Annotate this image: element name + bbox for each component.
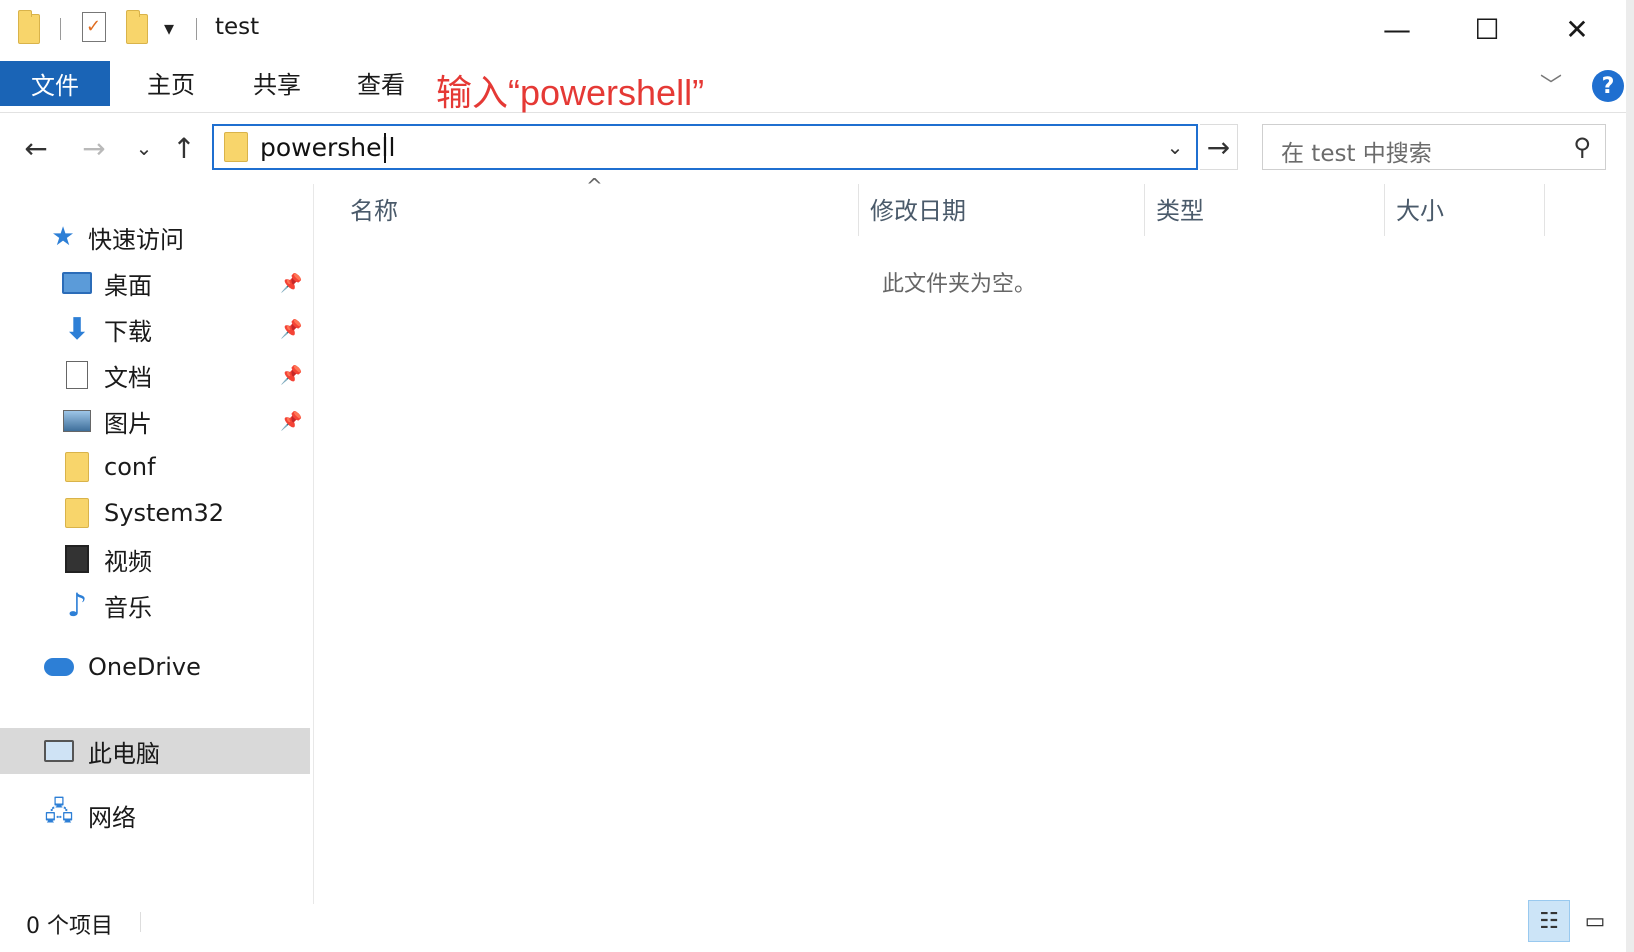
- maximize-button[interactable]: ☐: [1442, 0, 1532, 58]
- nav-label: conf: [104, 453, 156, 481]
- address-bar[interactable]: ⌄: [212, 124, 1198, 170]
- folder-icon: [65, 498, 89, 528]
- column-separator[interactable]: [1144, 184, 1145, 236]
- large-icons-view-button[interactable]: ▭: [1574, 900, 1616, 942]
- nav-item-documents[interactable]: 文档 📌: [0, 352, 310, 398]
- properties-icon[interactable]: ✓: [82, 12, 106, 42]
- separator: [60, 18, 61, 40]
- tab-view[interactable]: 查看: [336, 58, 426, 106]
- arrow-left-icon: ←: [24, 131, 48, 165]
- text-caret: [384, 133, 386, 163]
- pin-icon: 📌: [280, 364, 303, 386]
- address-dropdown-icon[interactable]: ⌄: [1160, 132, 1190, 162]
- nav-network[interactable]: 🖧 网络: [0, 792, 310, 838]
- column-separator[interactable]: [1384, 184, 1385, 236]
- network-icon: 🖧: [44, 797, 74, 827]
- nav-item-downloads[interactable]: ⬇ 下载 📌: [0, 306, 310, 352]
- nav-item-videos[interactable]: 视频: [0, 536, 310, 582]
- nav-quick-access[interactable]: ★ 快速访问: [0, 214, 310, 260]
- chevron-down-icon: ⌄: [135, 136, 153, 160]
- nav-label: 网络: [88, 803, 136, 832]
- go-button[interactable]: →: [1200, 124, 1238, 170]
- picture-icon: [63, 410, 91, 432]
- column-header-name[interactable]: 名称: [350, 180, 850, 236]
- star-icon: ★: [51, 222, 75, 252]
- instruction-annotation: 输入“powershell”: [436, 72, 705, 113]
- arrow-right-icon: →: [82, 131, 106, 165]
- large-icons-view-icon: ▭: [1584, 908, 1606, 934]
- computer-icon: [44, 740, 74, 762]
- nav-label: 快速访问: [88, 225, 184, 254]
- column-header-size[interactable]: 大小: [1396, 180, 1536, 236]
- nav-label: 文档: [104, 363, 152, 392]
- column-header-date-modified[interactable]: 修改日期: [870, 180, 1140, 236]
- folder-icon: [65, 452, 89, 482]
- pin-icon: 📌: [280, 410, 303, 432]
- search-icon[interactable]: ⚲: [1573, 133, 1591, 161]
- arrow-right-icon: →: [1206, 130, 1231, 164]
- nav-item-desktop[interactable]: 桌面 📌: [0, 260, 310, 306]
- navigation-pane: ★ 快速访问 桌面 📌 ⬇ 下载 📌 文档 📌 图片 📌 conf System…: [0, 184, 312, 904]
- search-box[interactable]: 在 test 中搜索 ⚲: [1262, 124, 1606, 170]
- back-button[interactable]: ←: [16, 128, 56, 168]
- folder-icon: [18, 10, 40, 44]
- close-icon: ✕: [1565, 12, 1589, 46]
- details-view-icon: ☷: [1539, 908, 1559, 934]
- window-title: test: [215, 14, 260, 40]
- nav-item-conf[interactable]: conf: [0, 444, 310, 490]
- nav-label: OneDrive: [88, 653, 201, 681]
- pin-icon: 📌: [280, 272, 303, 294]
- onedrive-icon: [44, 658, 74, 676]
- music-icon: ♪: [66, 586, 88, 624]
- title-bar: ✓ ▾ test — ☐ ✕: [0, 0, 1634, 58]
- new-folder-icon[interactable]: [126, 10, 148, 44]
- minimize-button[interactable]: —: [1352, 0, 1442, 58]
- empty-folder-message: 此文件夹为空。: [882, 272, 1037, 297]
- nav-label: 桌面: [104, 271, 152, 300]
- item-count: 0 个项目: [26, 914, 113, 939]
- recent-locations-button[interactable]: ⌄: [124, 128, 164, 168]
- forward-button[interactable]: →: [74, 128, 114, 168]
- nav-label: 下载: [104, 317, 152, 346]
- folder-icon: [224, 132, 248, 162]
- status-bar: [0, 904, 1634, 952]
- minimize-icon: —: [1383, 12, 1411, 46]
- search-placeholder: 在 test 中搜索: [1281, 141, 1432, 167]
- up-button[interactable]: ↑: [164, 128, 204, 168]
- document-icon: [66, 361, 88, 389]
- nav-item-pictures[interactable]: 图片 📌: [0, 398, 310, 444]
- window-edge: [1626, 0, 1634, 952]
- tab-file[interactable]: 文件: [0, 61, 110, 106]
- maximize-icon: ☐: [1474, 12, 1500, 46]
- nav-item-system32[interactable]: System32: [0, 490, 310, 536]
- address-input[interactable]: [260, 131, 1120, 163]
- column-separator[interactable]: [1544, 184, 1545, 236]
- download-icon: ⬇: [64, 311, 90, 347]
- nav-onedrive[interactable]: OneDrive: [0, 644, 310, 690]
- column-header-type[interactable]: 类型: [1156, 180, 1376, 236]
- nav-label: System32: [104, 499, 225, 527]
- tab-home[interactable]: 主页: [126, 58, 216, 106]
- separator: [196, 18, 197, 40]
- video-icon: [65, 545, 89, 573]
- nav-label: 视频: [104, 547, 152, 576]
- separator: [140, 912, 141, 932]
- ribbon: 文件 主页 共享 查看 ﹀: [0, 58, 1634, 113]
- close-button[interactable]: ✕: [1532, 0, 1622, 58]
- nav-this-pc[interactable]: 此电脑: [0, 728, 310, 774]
- details-view-button[interactable]: ☷: [1528, 900, 1570, 942]
- arrow-up-icon: ↑: [172, 131, 196, 165]
- nav-label: 图片: [104, 409, 152, 438]
- nav-item-music[interactable]: ♪ 音乐: [0, 582, 310, 628]
- pin-icon: 📌: [280, 318, 303, 340]
- help-icon[interactable]: ?: [1592, 70, 1624, 102]
- ribbon-expand-icon[interactable]: ﹀: [1540, 68, 1562, 100]
- tab-share[interactable]: 共享: [232, 58, 322, 106]
- desktop-icon: [62, 272, 92, 294]
- column-separator[interactable]: [858, 184, 859, 236]
- quick-access-dropdown-icon[interactable]: ▾: [164, 16, 174, 40]
- nav-label: 此电脑: [88, 739, 160, 768]
- nav-label: 音乐: [104, 593, 152, 622]
